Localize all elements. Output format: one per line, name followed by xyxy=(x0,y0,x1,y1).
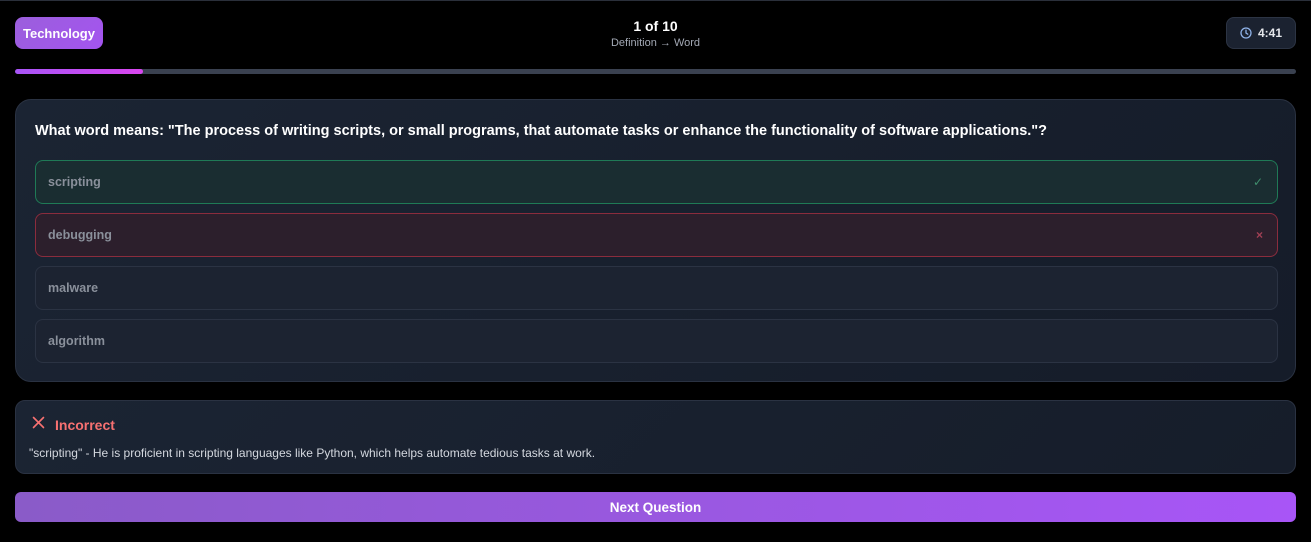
answer-option-malware[interactable]: malware xyxy=(35,266,1278,310)
feedback-header: Incorrect xyxy=(32,416,115,434)
timer-badge: 4:41 xyxy=(1226,17,1296,49)
answer-option-label: algorithm xyxy=(48,334,105,348)
question-text: What word means: "The process of writing… xyxy=(35,123,1048,139)
answer-option-label: scripting xyxy=(48,175,101,189)
clock-icon xyxy=(1240,27,1252,39)
answer-option-algorithm[interactable]: algorithm xyxy=(35,319,1278,363)
feedback-title: Incorrect xyxy=(55,417,115,433)
next-question-button[interactable]: Next Question xyxy=(15,492,1296,522)
x-icon xyxy=(32,416,45,434)
quiz-header: Technology 1 of 10 Definition → Word 4:4… xyxy=(0,1,1311,65)
answer-option-label: debugging xyxy=(48,228,112,242)
quiz-mode-label: Definition → Word xyxy=(610,37,701,49)
feedback-example: "scripting" - He is proficient in script… xyxy=(29,446,596,460)
question-counter: 1 of 10 xyxy=(633,18,678,34)
quiz-page: Technology 1 of 10 Definition → Word 4:4… xyxy=(0,0,1311,542)
feedback-panel: Incorrect "scripting" - He is proficient… xyxy=(15,400,1296,474)
question-counter-block: 1 of 10 Definition → Word xyxy=(0,18,1311,50)
check-icon: ✓ xyxy=(1252,175,1263,189)
progress-bar-fill xyxy=(15,69,144,74)
timer-value: 4:41 xyxy=(1257,26,1283,40)
answer-option-scripting[interactable]: scripting ✓ xyxy=(35,160,1278,204)
question-card: What word means: "The process of writing… xyxy=(15,99,1296,382)
close-icon: × xyxy=(1255,228,1263,242)
answer-option-label: malware xyxy=(48,281,99,295)
answer-option-debugging[interactable]: debugging × xyxy=(35,213,1278,257)
progress-bar xyxy=(15,69,1296,74)
